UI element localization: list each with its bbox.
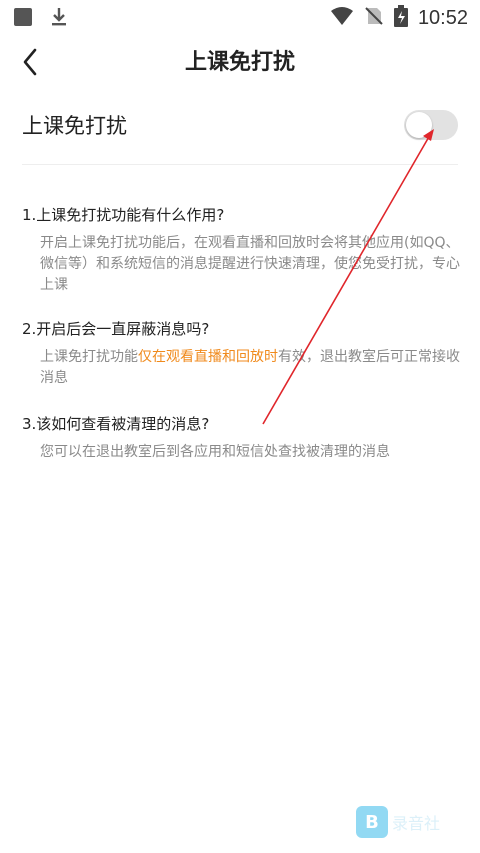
- top-bar: 上课免打扰: [0, 34, 480, 90]
- status-bar: 10:52: [0, 0, 480, 34]
- battery-icon: [393, 5, 408, 31]
- faq-answer: 上课免打扰功能仅在观看直播和回放时有效，退出教室后可正常接收消息: [40, 347, 462, 389]
- no-sim-icon: [364, 6, 384, 30]
- faq-item-2: 2.开启后会一直屏蔽消息吗? 上课免打扰功能仅在观看直播和回放时有效，退出教室后…: [22, 318, 462, 389]
- do-not-disturb-toggle[interactable]: [404, 110, 458, 140]
- download-icon: [50, 7, 68, 27]
- watermark-text: 录音社: [392, 814, 441, 833]
- answer-highlight: 仅在观看直播和回放时: [138, 349, 278, 365]
- wifi-icon: [330, 6, 354, 30]
- page-title: 上课免打扰: [184, 50, 295, 75]
- faq-question: 1.上课免打扰功能有什么作用?: [22, 206, 225, 224]
- faq-item-3: 3.该如何查看被清理的消息? 您可以在退出教室后到各应用和短信处查找被清理的消息: [22, 413, 462, 463]
- setting-label: 上课免打扰: [22, 114, 127, 138]
- toggle-knob: [406, 112, 432, 138]
- faq-question: 3.该如何查看被清理的消息?: [22, 415, 210, 433]
- faq-item-1: 1.上课免打扰功能有什么作用? 开启上课免打扰功能后，在观看直播和回放时会将其他…: [22, 204, 462, 296]
- faq-answer: 您可以在退出教室后到各应用和短信处查找被清理的消息: [40, 444, 390, 460]
- status-time: 10:52: [417, 6, 468, 29]
- notification-icon: [14, 8, 32, 26]
- faq-answer: 开启上课免打扰功能后，在观看直播和回放时会将其他应用(如QQ、微信等）和系统短信…: [40, 235, 460, 293]
- watermark: B 录音社: [356, 806, 440, 838]
- watermark-logo-icon: B: [356, 806, 388, 838]
- do-not-disturb-row: 上课免打扰: [22, 100, 458, 165]
- answer-text: 上课免打扰功能: [40, 349, 138, 365]
- faq-question: 2.开启后会一直屏蔽消息吗?: [22, 320, 210, 338]
